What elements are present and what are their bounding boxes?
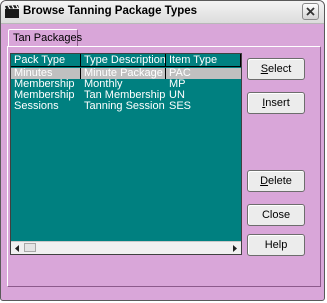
insert-button[interactable]: Insert — [247, 92, 305, 114]
clapperboard-icon — [5, 4, 19, 18]
horizontal-scrollbar[interactable] — [11, 241, 241, 254]
window-title: Browse Tanning Package Types — [23, 5, 198, 17]
insert-label-rest: nsert — [265, 97, 290, 109]
cell-item-type: UN — [169, 90, 185, 101]
table-row[interactable]: Minutes Minute Package PAC — [11, 68, 241, 79]
select-label-rest: elect — [268, 63, 292, 75]
scrollbar-thumb[interactable] — [24, 243, 36, 252]
delete-button[interactable]: Delete — [247, 170, 305, 192]
help-button[interactable]: Help — [247, 234, 305, 256]
cell-pack-type: Membership — [14, 79, 75, 90]
arrow-right-icon[interactable] — [229, 242, 241, 254]
select-mnemonic: S — [260, 63, 269, 75]
close-button[interactable]: Close — [247, 204, 305, 226]
arrow-left-icon[interactable] — [11, 242, 23, 254]
cell-pack-type: Sessions — [14, 101, 59, 112]
close-x-icon — [306, 7, 315, 16]
table-row[interactable]: Membership Tan Membership UN — [11, 90, 241, 101]
title-bar: Browse Tanning Package Types — [1, 1, 324, 24]
cell-pack-type: Membership — [14, 90, 75, 101]
dialog-window: Browse Tanning Package Types Tan Package… — [0, 0, 325, 301]
column-header-pack-type[interactable]: Pack Type — [11, 54, 81, 67]
tab-tan-packages[interactable]: Tan Packages — [8, 29, 82, 47]
column-header-type-description[interactable]: Type Description — [81, 54, 166, 67]
cell-item-type: SES — [169, 101, 192, 112]
table-row[interactable]: Sessions Tanning Session SES — [11, 101, 241, 112]
cell-type-description: Tan Membership — [84, 90, 166, 101]
delete-label-rest: elete — [268, 175, 292, 187]
delete-mnemonic: D — [260, 175, 269, 187]
window-close-button[interactable] — [302, 3, 319, 20]
select-button[interactable]: Select — [247, 58, 305, 80]
cell-type-description: Tanning Session — [84, 101, 165, 112]
cell-type-description: Minute Package — [81, 68, 166, 79]
table-row[interactable]: Membership Monthly MP — [11, 79, 241, 90]
grid-header: Pack Type Type Description Item Type — [11, 54, 241, 68]
column-header-item-type[interactable]: Item Type — [166, 54, 241, 67]
cell-item-type: MP — [169, 79, 186, 90]
cell-item-type: PAC — [169, 68, 191, 79]
package-types-grid[interactable]: Pack Type Type Description Item Type Min… — [10, 53, 242, 255]
cell-pack-type: Minutes — [11, 68, 81, 79]
cell-type-description: Monthly — [84, 79, 123, 90]
